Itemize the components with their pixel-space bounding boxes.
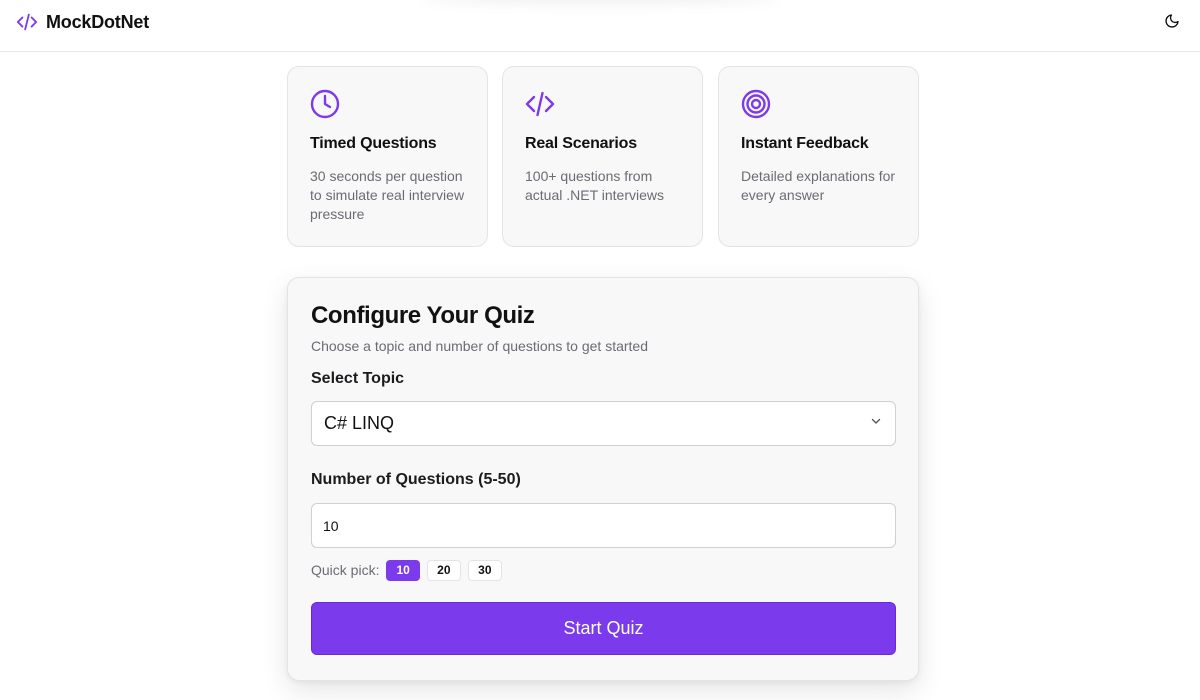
brand-logo-link[interactable]: MockDotNet (16, 10, 149, 34)
topic-select[interactable]: C# LINQ (311, 401, 896, 446)
moon-icon (1164, 13, 1180, 34)
quick-pick-label: Quick pick: (311, 562, 380, 578)
feature-description: 30 seconds per question to simulate real… (310, 168, 465, 222)
topic-selected-value: C# LINQ (324, 413, 395, 433)
quick-pick-10-button[interactable]: 10 (386, 559, 420, 581)
panel-subtitle: Choose a topic and number of questions t… (311, 338, 648, 354)
topic-label: Select Topic (311, 370, 405, 387)
code-icon (16, 11, 38, 33)
feature-card-scenarios: Real Scenarios 100+ questions from actua… (502, 66, 703, 247)
quick-pick-20-button[interactable]: 20 (426, 559, 461, 581)
feature-description: 100+ questions from actual .NET intervie… (525, 168, 665, 203)
quick-pick-30-button[interactable]: 30 (467, 559, 502, 581)
code-icon (525, 89, 555, 119)
feature-card-feedback: Instant Feedback Detailed explanations f… (718, 66, 919, 247)
panel-title: Configure Your Quiz (311, 302, 535, 329)
feature-description: Detailed explanations for every answer (741, 168, 896, 203)
top-header: MockDotNet (0, 0, 1200, 52)
quick-pick-row: Quick pick: 10 20 30 (311, 559, 895, 581)
configure-quiz-panel: Configure Your Quiz Choose a topic and n… (287, 277, 919, 681)
header-shadow (420, 0, 780, 4)
question-count-label: Number of Questions (5-50) (311, 471, 521, 488)
feature-title: Timed Questions (310, 135, 437, 152)
feature-title: Instant Feedback (741, 135, 869, 152)
brand-name: MockDotNet (46, 11, 150, 32)
target-icon (741, 89, 771, 119)
page: MockDotNet Timed Questions 30 seconds pe… (0, 0, 1200, 700)
clock-icon (310, 89, 340, 119)
start-quiz-button[interactable]: Start Quiz (311, 602, 896, 655)
chevron-down-icon (869, 414, 883, 433)
theme-toggle-button[interactable] (1160, 11, 1184, 35)
feature-title: Real Scenarios (525, 135, 637, 152)
question-count-input[interactable] (311, 503, 896, 548)
feature-cards: Timed Questions 30 seconds per question … (287, 66, 919, 247)
feature-card-timed: Timed Questions 30 seconds per question … (287, 66, 488, 247)
